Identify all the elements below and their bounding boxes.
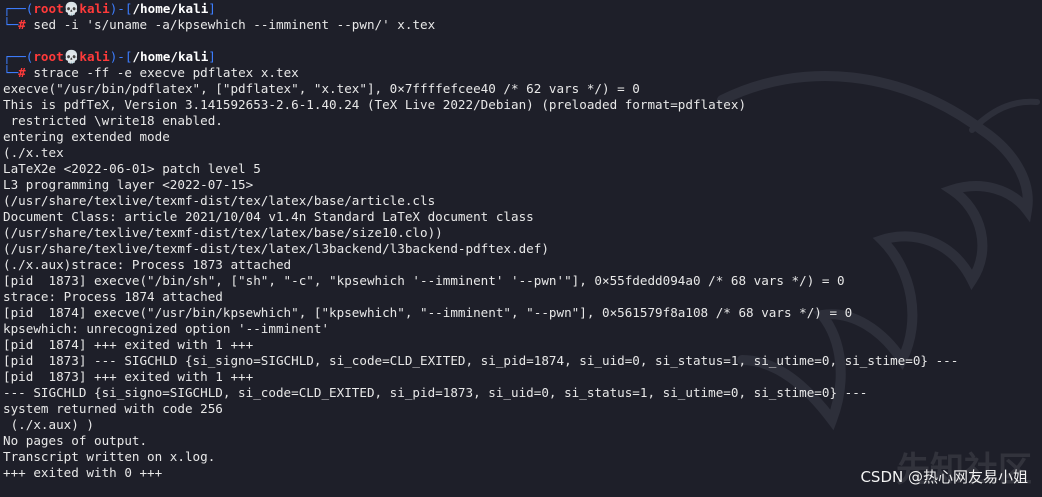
command-line-1[interactable]: └─# sed -i 's/uname -a/kpsewhich --immin… (3, 17, 1039, 33)
command-text: sed -i 's/uname -a/kpsewhich --imminent … (33, 17, 436, 32)
output-line: [pid 1874] execve("/usr/bin/kpsewhich", … (3, 305, 853, 320)
prompt-path: /home/kali (132, 1, 209, 16)
skull-icon: 💀 (63, 1, 80, 16)
terminal-window[interactable]: ┌──(root💀kali)-[/home/kali] └─# sed -i '… (3, 1, 1039, 495)
prompt-header-2: ┌──(root💀kali)-[/home/kali] (3, 49, 216, 64)
output-line: restricted \write18 enabled. (3, 113, 223, 128)
skull-icon: 💀 (63, 49, 80, 64)
output-line: L3 programming layer <2022-07-15> (3, 177, 254, 192)
output-line: LaTeX2e <2022-06-01> patch level 5 (3, 161, 261, 176)
output-line: strace: Process 1874 attached (3, 289, 223, 304)
prompt-user: root (33, 1, 64, 16)
command-text: strace -ff -e execve pdflatex x.tex (33, 65, 299, 80)
command-line-2[interactable]: └─# strace -ff -e execve pdflatex x.tex (3, 65, 1039, 81)
prompt-header-1: ┌──(root💀kali)-[/home/kali] (3, 1, 216, 16)
output-line: [pid 1873] --- SIGCHLD {si_signo=SIGCHLD… (3, 353, 959, 368)
prompt-host: kali (79, 1, 110, 16)
csdn-watermark: CSDN @热心网友易小姐 (860, 468, 1028, 486)
output-line: entering extended mode (3, 129, 170, 144)
output-line: --- SIGCHLD {si_signo=SIGCHLD, si_code=C… (3, 385, 868, 400)
output-line: execve("/usr/bin/pdflatex", ["pdflatex",… (3, 81, 640, 96)
output-line: Transcript written on x.log. (3, 449, 216, 464)
prompt-path: /home/kali (132, 49, 209, 64)
output-line: (./x.aux) ) (3, 417, 94, 432)
output-line: [pid 1873] execve("/bin/sh", ["sh", "-c"… (3, 273, 845, 288)
output-line: (/usr/share/texlive/texmf-dist/tex/latex… (3, 225, 443, 240)
output-line: (/usr/share/texlive/texmf-dist/tex/latex… (3, 241, 549, 256)
prompt-user: root (33, 49, 64, 64)
output-line: (./x.aux)strace: Process 1873 attached (3, 257, 292, 272)
output-line: [pid 1873] +++ exited with 1 +++ (3, 369, 254, 384)
output-line: [pid 1874] +++ exited with 1 +++ (3, 337, 254, 352)
output-line: system returned with code 256 (3, 401, 223, 416)
output-line: (/usr/share/texlive/texmf-dist/tex/latex… (3, 193, 436, 208)
output-line: This is pdfTeX, Version 3.141592653-2.6-… (3, 97, 747, 112)
output-line: (./x.tex (3, 145, 64, 160)
output-line: Document Class: article 2021/10/04 v1.4n… (3, 209, 534, 224)
output-line: kpsewhich: unrecognized option '--immine… (3, 321, 330, 336)
prompt-host: kali (79, 49, 110, 64)
output-line: No pages of output. (3, 433, 148, 448)
